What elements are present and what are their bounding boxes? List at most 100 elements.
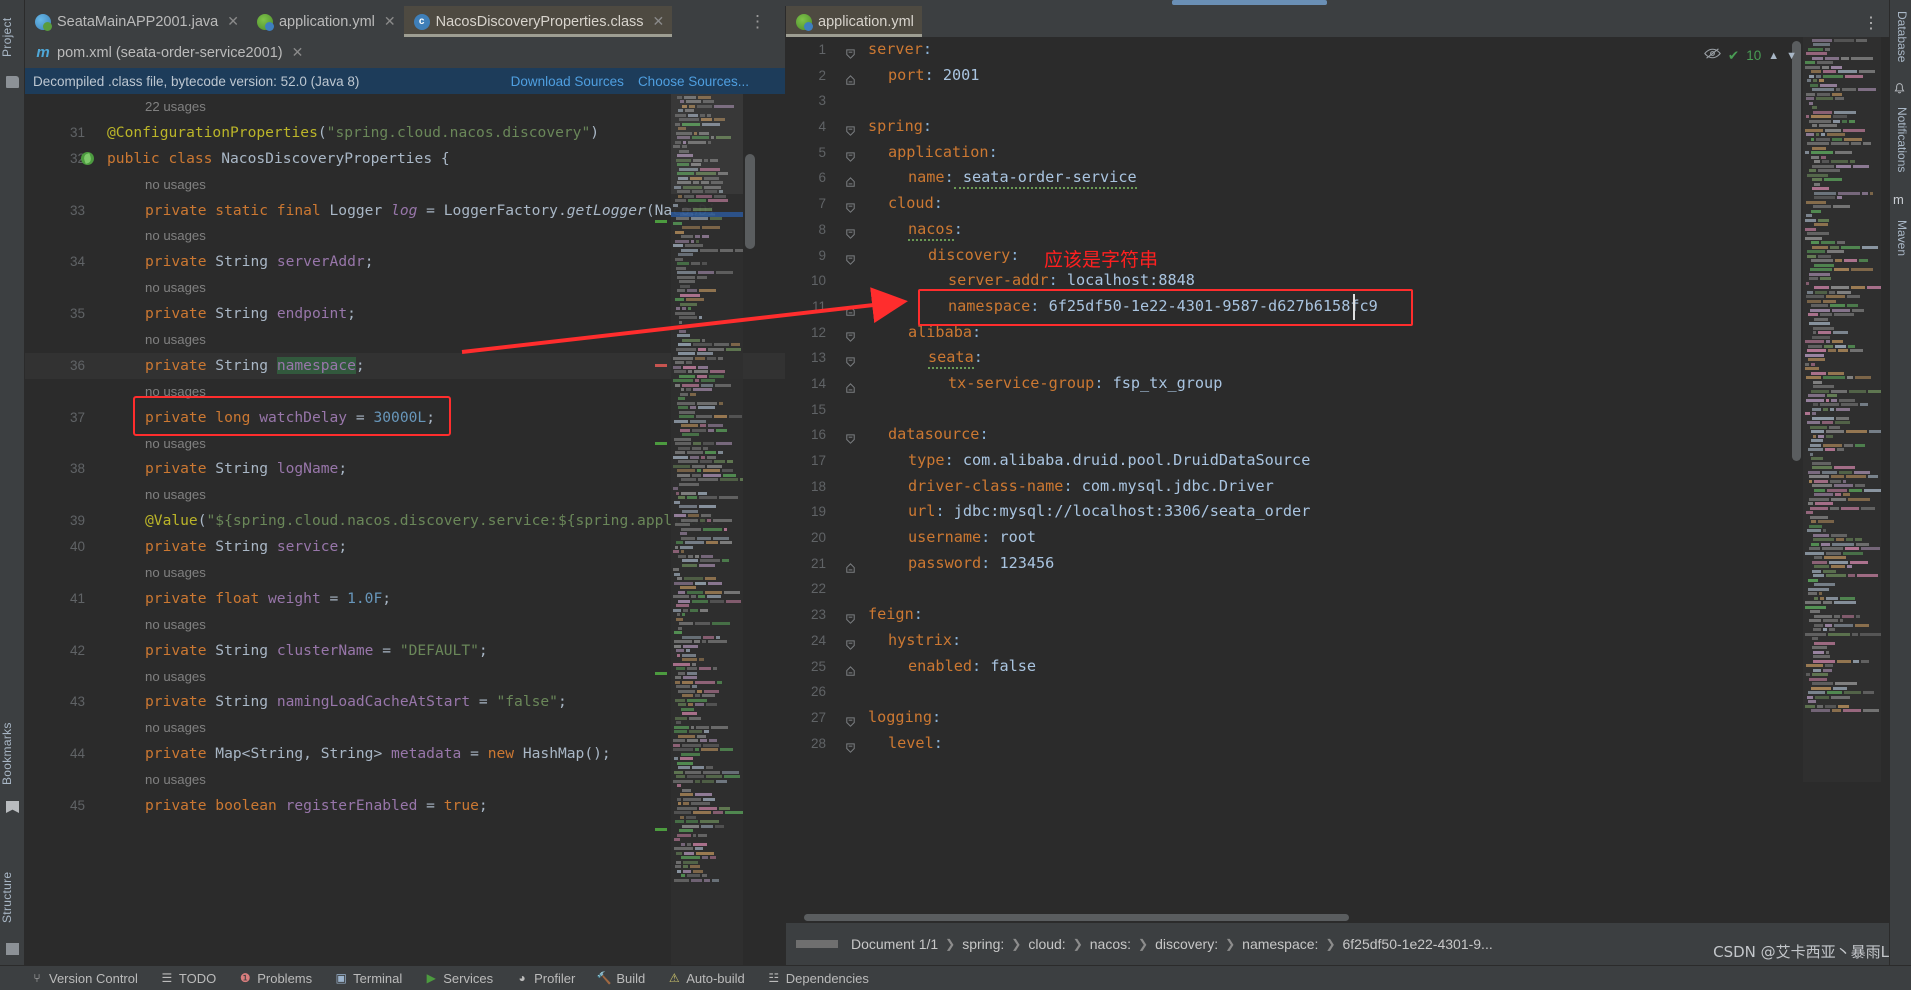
tab-seatamainapp2001-java[interactable]: SeataMainAPP2001.java ✕ — [25, 6, 247, 37]
yaml-line[interactable]: 7 cloud: — [786, 191, 1889, 217]
tool-button-profiler[interactable]: ◕ Profiler — [515, 971, 576, 986]
fold-arrow-icon[interactable] — [844, 429, 857, 445]
minimap-viewport[interactable] — [671, 94, 743, 194]
chevron-down-icon[interactable]: ▼ — [1786, 50, 1797, 62]
yaml-line[interactable]: 14 tx-service-group: fsp_tx_group — [786, 371, 1889, 397]
yaml-line[interactable]: 11 namespace: 6f25df50-1e22-4301-9587-d62… — [786, 294, 1889, 320]
fold-arrow-icon[interactable] — [844, 198, 857, 214]
tool-button-auto-build[interactable]: ⚠ Auto-build — [667, 971, 745, 986]
bookmark-icon[interactable] — [6, 801, 19, 813]
yaml-line[interactable]: 4 spring: — [786, 114, 1889, 140]
tab-application-yml-left[interactable]: application.yml ✕ — [247, 6, 404, 37]
fold-arrow-icon[interactable] — [844, 121, 857, 136]
yaml-line[interactable]: 12 alibaba: — [786, 320, 1889, 346]
spring-bean-icon[interactable] — [81, 151, 94, 165]
yaml-line[interactable]: 16 datasource: — [786, 422, 1889, 448]
breadcrumb-document[interactable]: Document 1/1 — [851, 936, 938, 952]
breadcrumb-value[interactable]: 6f25df50-1e22-4301-9... — [1343, 936, 1493, 952]
fold-arrow-icon[interactable] — [844, 327, 857, 342]
fold-end-icon[interactable] — [844, 558, 857, 573]
yaml-line[interactable]: 6 name: seata-order-service — [786, 165, 1889, 191]
tool-button-structure[interactable]: Structure — [0, 859, 25, 935]
yaml-line[interactable]: 15 — [786, 397, 1889, 423]
yaml-line[interactable]: 18 driver-class-name: com.mysql.jdbc.Driv… — [786, 474, 1889, 500]
fold-arrow-icon[interactable] — [844, 250, 857, 265]
line-number: 16 — [810, 427, 826, 443]
choose-sources-link[interactable]: Choose Sources... — [638, 74, 749, 89]
right-code-minimap[interactable] — [1803, 37, 1881, 782]
yaml-line[interactable]: 21 password: 123456 — [786, 551, 1889, 577]
tool-button-version-control[interactable]: ⑂ Version Control — [30, 971, 138, 986]
tab-nacosdiscoveryproperties-class[interactable]: c NacosDiscoveryProperties.class ✕ — [403, 6, 673, 37]
tool-button-project[interactable]: Project — [0, 6, 25, 68]
more-options-button[interactable]: ⋮ — [1863, 13, 1879, 33]
yaml-line[interactable]: 24 hystrix: — [786, 628, 1889, 654]
tool-button-todo[interactable]: ☰ TODO — [160, 971, 217, 986]
yaml-line[interactable]: 2 port: 2001 — [786, 63, 1889, 89]
yaml-code-area[interactable]: 1 server: 2 port: 2001 3 4 spring: 5 application… — [786, 37, 1889, 782]
right-vertical-scrollbar[interactable] — [1792, 37, 1801, 782]
tab-application-yml-right[interactable]: application.yml — [786, 6, 922, 37]
fold-arrow-icon[interactable] — [844, 738, 857, 753]
yaml-line[interactable]: 28 level: — [786, 731, 1889, 757]
close-icon[interactable]: ✕ — [384, 13, 396, 30]
breadcrumb-discovery[interactable]: discovery: — [1155, 936, 1218, 952]
breadcrumb-spring[interactable]: spring: — [962, 936, 1004, 952]
tool-button-services[interactable]: ▶ Services — [424, 971, 493, 986]
yaml-line[interactable]: 9 discovery: — [786, 243, 1889, 269]
structure-icon[interactable] — [6, 943, 19, 955]
tab-pom-xml[interactable]: m pom.xml (seata-order-service2001) ✕ — [25, 37, 311, 68]
yaml-line[interactable]: 26 — [786, 679, 1889, 705]
yaml-line[interactable]: 13 seata: — [786, 345, 1889, 371]
tool-button-maven[interactable]: Maven — [1889, 210, 1909, 266]
yaml-line[interactable]: 19 url: jdbc:mysql://localhost:3306/seata… — [786, 499, 1889, 525]
tool-button-terminal[interactable]: ▣ Terminal — [334, 971, 402, 986]
fold-arrow-icon[interactable] — [844, 224, 857, 239]
yaml-line[interactable]: 25 enabled: false — [786, 654, 1889, 680]
tool-button-build[interactable]: 🔨 Build — [597, 971, 645, 986]
more-tabs-button[interactable]: ⋮ — [749, 13, 767, 30]
fold-end-icon[interactable] — [844, 301, 857, 316]
yaml-line[interactable]: 5 application: — [786, 140, 1889, 166]
close-icon[interactable]: ✕ — [227, 13, 239, 30]
fold-arrow-icon[interactable] — [844, 44, 857, 59]
fold-end-icon[interactable] — [844, 172, 857, 188]
eye-off-icon[interactable] — [1704, 47, 1721, 64]
left-code-minimap[interactable] — [671, 94, 743, 965]
tool-button-bookmarks[interactable]: Bookmarks — [0, 713, 25, 795]
fold-arrow-icon[interactable] — [844, 609, 857, 625]
download-sources-link[interactable]: Download Sources — [511, 74, 624, 89]
inspections-widget[interactable]: ✔ 10 ▲ ▼ — [1704, 47, 1797, 64]
tool-button-notifications[interactable]: Notifications — [1889, 100, 1909, 180]
breadcrumb-cloud[interactable]: cloud: — [1028, 936, 1065, 952]
yaml-line[interactable]: 23 feign: — [786, 602, 1889, 628]
yaml-line[interactable]: 8 nacos: — [786, 217, 1889, 243]
tool-button-database[interactable]: Database — [1889, 4, 1909, 70]
yaml-line[interactable]: 20 username: root — [786, 525, 1889, 551]
yaml-line[interactable]: 17 type: com.alibaba.druid.pool.DruidData… — [786, 448, 1889, 474]
yaml-line[interactable]: 27 logging: — [786, 705, 1889, 731]
yaml-line[interactable]: 10 server-addr: localhost:8848 — [786, 268, 1889, 294]
search-field-remnant[interactable] — [1172, 0, 1327, 5]
yaml-line[interactable]: 22 — [786, 576, 1889, 602]
right-horizontal-scrollbar[interactable] — [786, 911, 1889, 923]
tool-button-problems[interactable]: ❶ Problems — [238, 971, 312, 986]
left-vertical-scrollbar[interactable] — [745, 94, 755, 965]
fold-arrow-icon[interactable] — [844, 352, 857, 368]
close-icon[interactable]: ✕ — [292, 44, 304, 61]
fold-arrow-icon[interactable] — [844, 147, 857, 162]
fold-end-icon[interactable] — [844, 661, 857, 676]
tool-button-dependencies[interactable]: ☳ Dependencies — [767, 971, 869, 986]
fold-arrow-icon[interactable] — [844, 635, 857, 650]
fold-end-icon[interactable] — [844, 70, 857, 85]
breadcrumb-nacos[interactable]: nacos: — [1090, 936, 1131, 952]
bell-icon[interactable] — [1893, 82, 1906, 95]
breadcrumb-namespace[interactable]: namespace: — [1242, 936, 1318, 952]
fold-arrow-icon[interactable] — [844, 712, 857, 727]
maven-icon[interactable]: m — [1893, 192, 1906, 207]
fold-end-icon[interactable] — [844, 378, 857, 393]
close-icon[interactable]: ✕ — [653, 13, 665, 30]
folder-icon[interactable] — [6, 76, 19, 88]
yaml-line[interactable]: 3 — [786, 88, 1889, 114]
chevron-up-icon[interactable]: ▲ — [1768, 50, 1779, 62]
